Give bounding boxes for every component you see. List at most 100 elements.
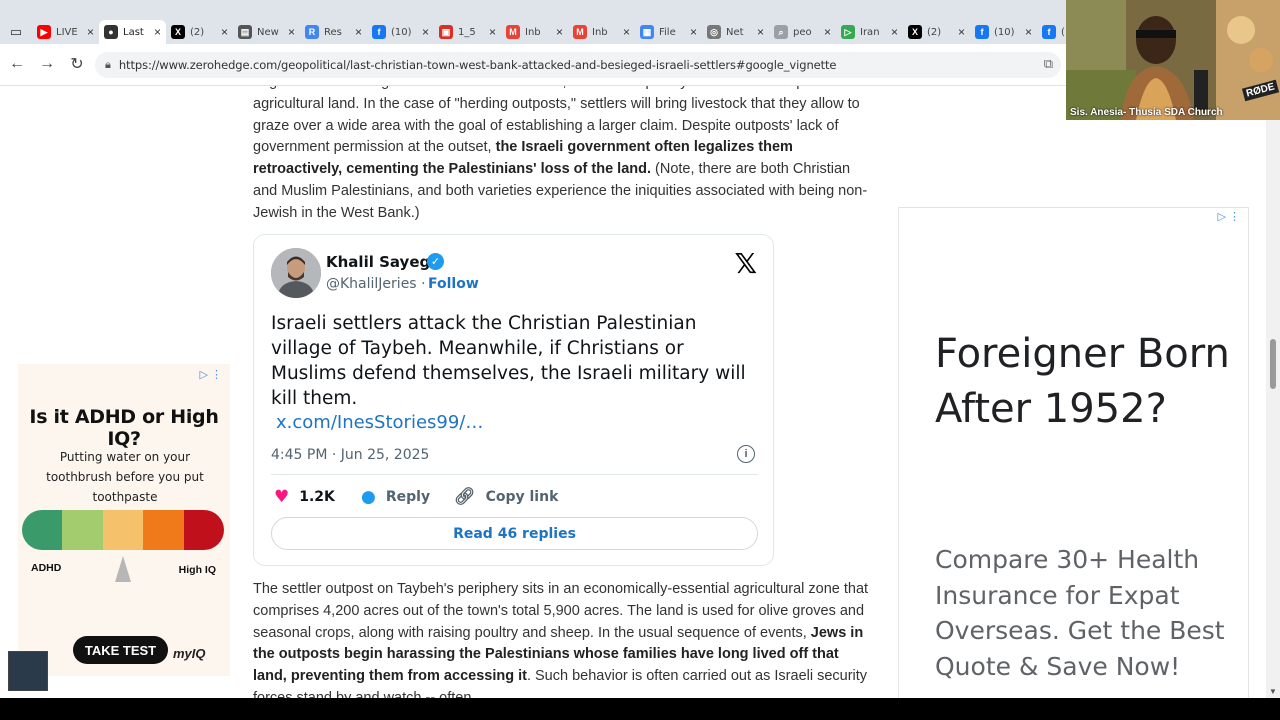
close-tab-icon[interactable]: × (623, 25, 630, 39)
copy-link-button[interactable]: 🔗︎ Copy link (454, 487, 558, 507)
ad-title: Is it ADHD or High IQ? (29, 406, 219, 450)
browser-tab[interactable]: X (2) × (903, 20, 970, 44)
x-logo-icon[interactable]: 𝕏 (734, 247, 757, 280)
reply-button[interactable]: ● Reply (361, 487, 430, 507)
close-tab-icon[interactable]: × (690, 25, 697, 39)
tab-title: New (257, 26, 279, 38)
browser-tab[interactable]: ● Last × (99, 20, 166, 44)
x-icon: X (908, 25, 922, 39)
close-tab-icon[interactable]: × (154, 25, 161, 39)
tweet-timestamp[interactable]: 4:45 PM · Jun 25, 2025 (271, 447, 429, 463)
tab-title: peo (793, 26, 812, 38)
tweet-author-name[interactable]: Khalil Sayegh (326, 253, 441, 271)
browser-tab[interactable]: ⌕ peo × (769, 20, 836, 44)
tab-title: (10) (391, 26, 412, 38)
sidebar-ad[interactable]: ▷ ⋮ Is it ADHD or High IQ? Putting water… (18, 364, 230, 676)
reply-label: Reply (385, 489, 431, 505)
gmail-icon: M (506, 25, 520, 39)
tab-title: LIVE (56, 26, 78, 38)
close-tab-icon[interactable]: × (221, 25, 228, 39)
take-test-button[interactable]: TAKE TEST (73, 636, 168, 664)
adchoices-icon[interactable]: ▷ ⋮ (1217, 210, 1240, 223)
scrollbar-thumb[interactable] (1270, 339, 1276, 389)
article-paragraph: The settler outpost on Taybeh's peripher… (253, 579, 873, 698)
close-tab-icon[interactable]: × (556, 25, 563, 39)
page-scrollbar[interactable]: ▼ (1266, 86, 1280, 698)
screen: ▭ ▶ LIVE × ● Last × X (2) × ▤ New × R Res × f (10) × ▣ 1_5 ×… (0, 0, 1280, 720)
scale-segment (22, 510, 63, 550)
reply-bubble-icon: ● (361, 487, 376, 507)
info-icon[interactable]: i (737, 445, 755, 463)
browser-tab[interactable]: ▷ Iran × (836, 20, 903, 44)
ad-headline: Foreigner Born After 1952? (935, 331, 1230, 432)
browser-tab[interactable]: f (10) × (367, 20, 434, 44)
ad-subtitle: Putting water on your toothbrush before … (46, 450, 204, 504)
tweet-link[interactable]: x.com/InesStories99/… (276, 412, 483, 433)
like-button[interactable]: ♥ 1.2K (274, 487, 335, 507)
webcam-overlay: RØDE Sis. Anesia- Thusia SDA Church (1066, 0, 1280, 120)
tab-title: Net (726, 26, 744, 38)
tab-title: (2) (190, 26, 205, 38)
close-tab-icon[interactable]: × (489, 25, 496, 39)
file-icon: ▦ (640, 25, 654, 39)
browser-tab[interactable]: X (2) × (166, 20, 233, 44)
tweet-author-handle[interactable]: @KhalilJeries · (326, 276, 426, 292)
scale-high-label: High IQ (178, 564, 216, 576)
avatar[interactable] (271, 248, 321, 298)
close-tab-icon[interactable]: × (1025, 25, 1032, 39)
browser-tab[interactable]: ▣ 1_5 × (434, 20, 501, 44)
facebook-icon: f (1042, 25, 1056, 39)
tab-list: ▭ ▶ LIVE × ● Last × X (2) × ▤ New × R Res × f (10) × ▣ 1_5 ×… (0, 20, 1104, 44)
site-info-icon[interactable]: 🔒︎ (105, 59, 111, 72)
news-icon: ▤ (238, 25, 252, 39)
back-arrow-icon[interactable]: ← (6, 53, 28, 75)
browser-tab[interactable]: ◎ Net × (702, 20, 769, 44)
embedded-tweet[interactable]: Khalil Sayegh ✓ @KhalilJeries · Follow 𝕏… (253, 234, 774, 566)
scroll-down-arrow-icon[interactable]: ▼ (1269, 687, 1277, 696)
gmail-icon: M (573, 25, 587, 39)
tab-title: (10) (994, 26, 1015, 38)
copy-link-label: Copy link (485, 489, 559, 505)
adchoices-icon[interactable]: ▷ ⋮ (199, 368, 222, 381)
tab-overview-icon[interactable]: ▭ (0, 20, 32, 44)
browser-tab[interactable]: ▦ File × (635, 20, 702, 44)
paragraph-text: The settler outpost on Taybeh's peripher… (253, 581, 869, 641)
read-replies-button[interactable]: Read 46 replies (271, 517, 758, 550)
browser-tab[interactable]: M Inb × (568, 20, 635, 44)
close-tab-icon[interactable]: × (288, 25, 295, 39)
tab-title: (2) (927, 26, 942, 38)
tab-title: Inb (525, 26, 541, 38)
globe-icon: ● (104, 25, 118, 39)
tab-title: File (659, 26, 676, 38)
browser-tab[interactable]: M Inb × (501, 20, 568, 44)
browser-tab[interactable]: R Res × (300, 20, 367, 44)
tab-title: Last (123, 26, 144, 38)
close-tab-icon[interactable]: × (824, 25, 831, 39)
link-icon: 🔗︎ (454, 487, 476, 507)
sidebar-ad-right[interactable]: ▷ ⋮ Foreigner Born After 1952? Compare 3… (898, 207, 1249, 698)
address-bar[interactable]: 🔒︎ https://www.zerohedge.com/geopolitica… (95, 52, 1061, 78)
like-count: 1.2K (299, 489, 335, 505)
close-tab-icon[interactable]: × (891, 25, 898, 39)
overlay-thumbnail[interactable] (8, 651, 48, 691)
tab-title: 1_5 (458, 26, 476, 38)
x-icon: X (171, 25, 185, 39)
ad-body: Compare 30+ Health Insurance for Expat O… (935, 545, 1225, 681)
browser-tab[interactable]: ▶ LIVE × (32, 20, 99, 44)
forward-arrow-icon[interactable]: → (36, 53, 58, 75)
follow-link[interactable]: Follow (428, 276, 479, 292)
reload-icon[interactable]: ↻ (66, 53, 88, 75)
browser-tab[interactable]: ▤ New × (233, 20, 300, 44)
close-tab-icon[interactable]: × (355, 25, 362, 39)
browser-tab[interactable]: f (10) × (970, 20, 1037, 44)
ad-brand-logo: myIQ (173, 646, 206, 661)
app-install-icon[interactable]: ⧉ (1044, 56, 1053, 72)
scale-low-label: ADHD (31, 562, 62, 574)
handle-text: @KhalilJeries (326, 276, 417, 292)
webcam-video (1066, 0, 1280, 120)
scale-segment (62, 510, 103, 550)
close-tab-icon[interactable]: × (757, 25, 764, 39)
close-tab-icon[interactable]: × (422, 25, 429, 39)
close-tab-icon[interactable]: × (87, 25, 94, 39)
close-tab-icon[interactable]: × (958, 25, 965, 39)
